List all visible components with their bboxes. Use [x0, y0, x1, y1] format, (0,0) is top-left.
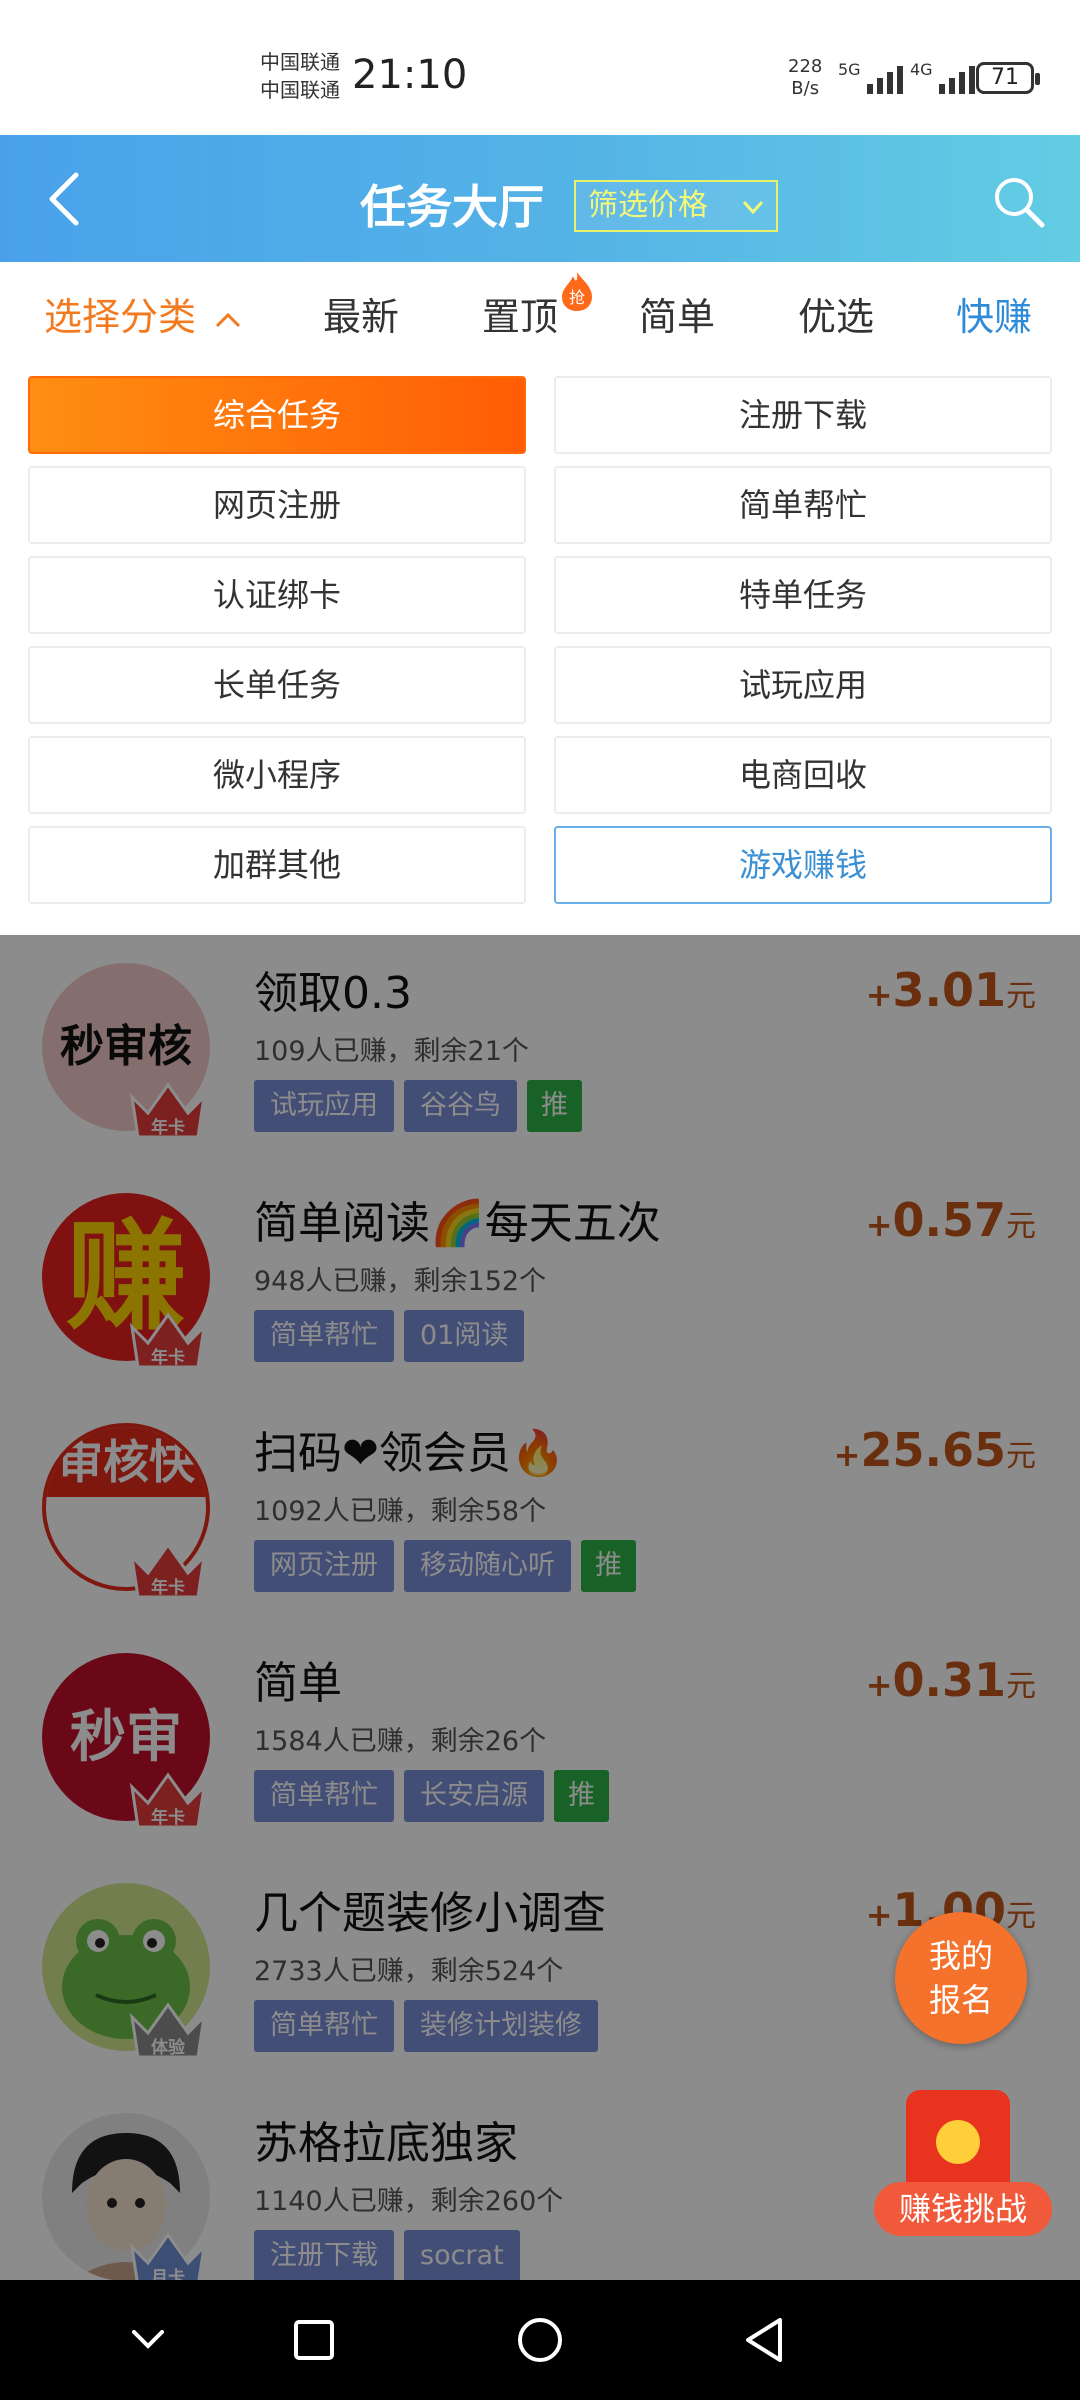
chevron-up-icon — [216, 312, 241, 327]
my-signup-line1: 我的 — [928, 1937, 993, 1975]
category-item[interactable]: 长单任务 — [28, 646, 526, 724]
category-item[interactable]: 认证绑卡 — [28, 556, 526, 634]
nav-recents-icon[interactable] — [282, 2308, 346, 2372]
tab-simple[interactable]: 简单 — [639, 286, 715, 341]
clock: 21:10 — [352, 52, 468, 98]
category-item[interactable]: 游戏赚钱 — [554, 826, 1052, 904]
filter-price-label: 筛选价格 — [588, 188, 708, 223]
category-item[interactable]: 试玩应用 — [554, 646, 1052, 724]
back-arrow-icon[interactable] — [42, 171, 92, 227]
network-speed-value: 228 — [788, 56, 823, 77]
carrier-2: 中国联通 — [260, 78, 340, 102]
category-item[interactable]: 电商回收 — [554, 736, 1052, 814]
network-speed-unit: B/s — [791, 78, 820, 99]
filter-price-button[interactable]: 筛选价格 — [574, 180, 778, 232]
my-signup-button[interactable]: 我的 报名 — [895, 1912, 1027, 2044]
category-item[interactable]: 微小程序 — [28, 736, 526, 814]
dropdown-backdrop[interactable] — [0, 935, 1080, 2280]
earn-challenge-button[interactable]: 赚钱挑战 — [874, 2090, 1052, 2240]
flame-badge-text: 抢 — [569, 288, 585, 307]
battery-icon: 71 — [976, 62, 1040, 94]
status-bar: 中国联通 中国联通 21:10 228 B/s 5G 4G 71 — [0, 0, 1080, 135]
tab-pinned[interactable]: 置顶 — [482, 286, 558, 341]
nav-back-icon[interactable] — [734, 2308, 798, 2372]
my-signup-line2: 报名 — [928, 1981, 993, 2019]
category-grid: 综合任务 注册下载 网页注册 简单帮忙 认证绑卡 特单任务 长单任务 试玩应用 … — [0, 358, 1080, 935]
flame-badge-icon: 抢 — [562, 272, 592, 311]
page-title: 任务大厅 — [360, 180, 544, 234]
search-icon[interactable] — [990, 173, 1046, 229]
network-speed: 228 B/s — [788, 56, 822, 100]
tab-latest[interactable]: 最新 — [323, 286, 399, 341]
category-item[interactable]: 简单帮忙 — [554, 466, 1052, 544]
tab-quick-earn[interactable]: 快赚 — [956, 286, 1032, 341]
tab-select-category[interactable]: 选择分类 — [44, 286, 242, 341]
category-item[interactable]: 加群其他 — [28, 826, 526, 904]
category-item[interactable]: 特单任务 — [554, 556, 1052, 634]
signal-4g-label: 4G — [910, 60, 933, 79]
nav-collapse-icon[interactable] — [116, 2308, 180, 2372]
tab-bar: 选择分类 最新 置顶 简单 优选 快赚 — [0, 262, 1080, 358]
carrier-1: 中国联通 — [260, 50, 340, 74]
carrier-labels: 中国联通 中国联通 — [260, 48, 340, 104]
app-header: 任务大厅 筛选价格 — [0, 135, 1080, 262]
category-item[interactable]: 综合任务 — [28, 376, 526, 454]
category-item[interactable]: 注册下载 — [554, 376, 1052, 454]
signal-4g-icon: 4G — [910, 60, 975, 94]
tab-label: 选择分类 — [44, 295, 197, 339]
category-item[interactable]: 网页注册 — [28, 466, 526, 544]
signal-5g-label: 5G — [838, 60, 861, 79]
system-nav-bar — [0, 2280, 1080, 2400]
nav-home-icon[interactable] — [508, 2308, 572, 2372]
chevron-down-icon — [742, 200, 764, 215]
tab-featured[interactable]: 优选 — [798, 286, 874, 341]
earn-challenge-label: 赚钱挑战 — [874, 2182, 1052, 2236]
signal-5g-icon: 5G — [838, 60, 903, 94]
